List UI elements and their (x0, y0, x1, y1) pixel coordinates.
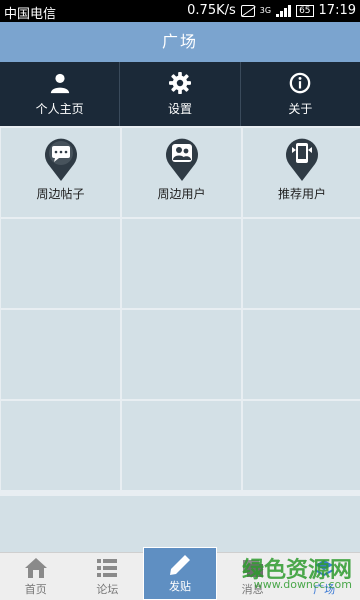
user-icon (50, 73, 69, 93)
nav-item-label: 发贴 (168, 579, 191, 593)
top-menu: 个人主页 设置 关于 (0, 62, 360, 126)
status-indicators: 0.75K/s 3G 65 17:19 (187, 3, 356, 18)
content-background (0, 496, 360, 552)
page-title-bar: 广场 (0, 22, 360, 62)
users-pin-icon (165, 138, 198, 181)
menu-item-about[interactable]: 关于 (241, 62, 360, 126)
pencil-icon (169, 554, 190, 575)
watermark-url: www.downcc.com (253, 578, 352, 591)
signal-icon (276, 4, 292, 17)
grid-empty-cell (243, 310, 360, 399)
status-bar: 中国电信 0.75K/s 3G 65 17:19 (0, 0, 360, 22)
nav-item-label: 论坛 (96, 582, 119, 596)
grid-empty-cell (1, 310, 120, 399)
nav-item-home[interactable]: 首页 (0, 553, 72, 600)
grid-empty-cell (1, 401, 120, 490)
grid-item-label: 周边帖子 (36, 187, 85, 201)
menu-item-label: 个人主页 (35, 101, 84, 116)
chat-pin-icon (44, 138, 77, 181)
grid-item-nearby-posts[interactable]: 周边帖子 (1, 128, 120, 217)
grid-item-recommended-users[interactable]: 推荐用户 (243, 128, 360, 217)
mute-icon (240, 4, 255, 17)
feature-grid: 周边帖子 周边用户 推荐用户 (0, 126, 360, 496)
nav-item-post[interactable]: 发贴 (143, 547, 217, 600)
menu-item-label: 关于 (288, 101, 313, 116)
nav-item-label: 首页 (24, 582, 47, 596)
recommend-pin-icon (286, 138, 318, 181)
grid-item-nearby-users[interactable]: 周边用户 (122, 128, 241, 217)
clock: 17:19 (318, 3, 356, 18)
menu-item-settings[interactable]: 设置 (120, 62, 241, 126)
info-icon (290, 72, 311, 93)
grid-empty-cell (243, 401, 360, 490)
menu-item-profile[interactable]: 个人主页 (0, 62, 121, 126)
grid-empty-cell (122, 401, 241, 490)
grid-empty-cell (122, 310, 241, 399)
page-title: 广场 (161, 32, 198, 51)
battery-level: 65 (296, 4, 314, 17)
grid-item-label: 周边用户 (157, 187, 206, 201)
grid-empty-cell (122, 219, 241, 308)
list-icon (97, 558, 118, 577)
grid-item-label: 推荐用户 (277, 187, 326, 201)
carrier-name: 中国电信 (4, 7, 57, 22)
network-speed: 0.75K/s (187, 3, 236, 18)
grid-empty-cell (243, 219, 360, 308)
grid-empty-cell (1, 219, 120, 308)
network-type: 3G (259, 5, 272, 15)
nav-item-forum[interactable]: 论坛 (72, 553, 144, 600)
home-icon (24, 557, 47, 578)
menu-item-label: 设置 (167, 101, 192, 116)
gear-icon (168, 71, 191, 94)
